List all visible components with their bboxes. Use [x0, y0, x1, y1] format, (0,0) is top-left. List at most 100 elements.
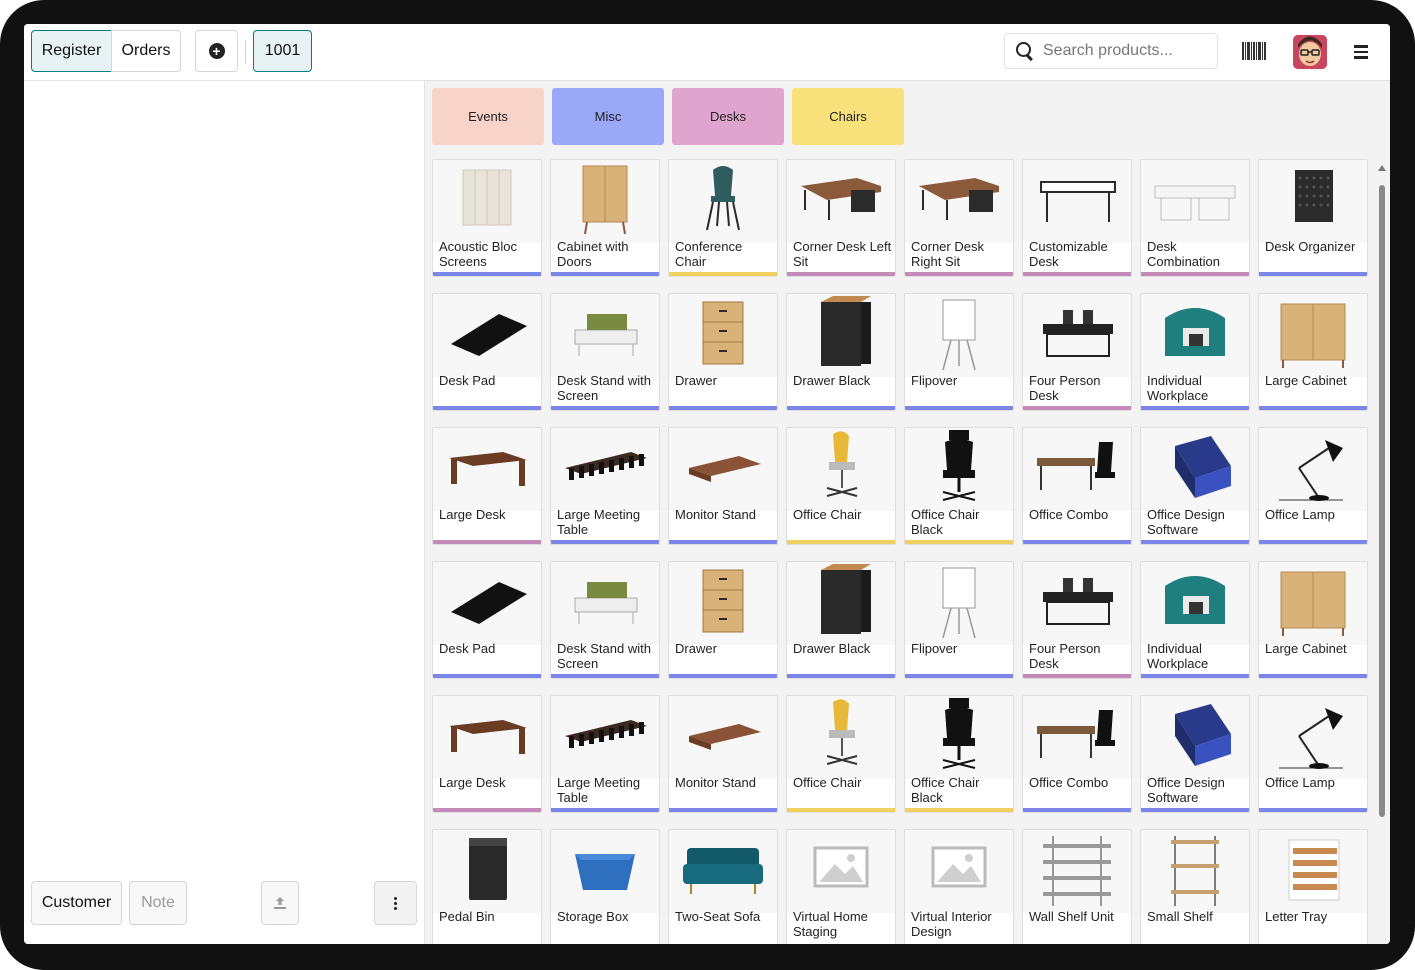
corner-desk-icon — [787, 160, 895, 243]
product-card[interactable]: Acoustic Bloc Screens — [432, 159, 542, 277]
product-card[interactable]: Desk Pad — [432, 293, 542, 411]
product-card[interactable]: Office Combo — [1022, 695, 1132, 813]
product-card[interactable]: Small Shelf — [1140, 829, 1250, 944]
orders-button[interactable]: Orders — [111, 30, 181, 72]
pedal-bin-icon — [433, 830, 541, 913]
product-name: Storage Box — [557, 909, 629, 924]
product-name: Office Lamp — [1265, 775, 1335, 790]
product-scrollbar[interactable] — [1377, 159, 1387, 944]
product-name: Flipover — [911, 373, 958, 388]
category-color-bar — [433, 406, 541, 410]
four-person-desk-icon — [1023, 294, 1131, 377]
product-card[interactable]: Large Desk — [432, 427, 542, 545]
product-card[interactable]: Flipover — [904, 293, 1014, 411]
product-card[interactable]: Individual Workplace — [1140, 561, 1250, 679]
product-card[interactable]: Corner Desk Left Sit — [786, 159, 896, 277]
product-card[interactable]: Virtual Home Staging — [786, 829, 896, 944]
category-desks[interactable]: Desks — [672, 88, 784, 145]
product-card[interactable]: Desk Combination — [1140, 159, 1250, 277]
category-color-bar — [1259, 540, 1367, 544]
product-card[interactable]: Corner Desk Right Sit — [904, 159, 1014, 277]
order-number-tab[interactable]: 1001 — [253, 30, 312, 72]
product-card[interactable]: Desk Pad — [432, 561, 542, 679]
product-name: Monitor Stand — [675, 507, 756, 522]
product-card[interactable]: Office Combo — [1022, 427, 1132, 545]
new-order-button[interactable]: + — [195, 30, 238, 72]
note-button[interactable]: Note — [129, 881, 187, 925]
product-card[interactable]: Drawer Black — [786, 561, 896, 679]
product-card[interactable]: Large Cabinet — [1258, 561, 1368, 679]
product-card[interactable]: Four Person Desk — [1022, 293, 1132, 411]
product-card[interactable]: Conference Chair — [668, 159, 778, 277]
upload-button[interactable] — [261, 881, 299, 925]
product-name: Large Desk — [439, 507, 506, 522]
product-card[interactable]: Large Meeting Table — [550, 427, 660, 545]
product-name: Cabinet with Doors — [557, 239, 629, 269]
scrollbar-thumb[interactable] — [1379, 185, 1385, 817]
product-card[interactable]: Flipover — [904, 561, 1014, 679]
more-actions-button[interactable] — [374, 881, 417, 925]
product-card[interactable]: Desk Stand with Screen — [550, 561, 660, 679]
product-card[interactable]: Monitor Stand — [668, 695, 778, 813]
drawer-icon — [669, 294, 777, 377]
product-card[interactable]: Large Cabinet — [1258, 293, 1368, 411]
four-person-desk-icon — [1023, 562, 1131, 645]
product-card[interactable]: Individual Workplace — [1140, 293, 1250, 411]
category-misc[interactable]: Misc — [552, 88, 664, 145]
category-chairs[interactable]: Chairs — [792, 88, 904, 145]
product-card[interactable]: Desk Stand with Screen — [550, 293, 660, 411]
product-card[interactable]: Office Chair Black — [904, 695, 1014, 813]
product-card[interactable]: Customizable Desk — [1022, 159, 1132, 277]
search-input[interactable] — [1041, 41, 1215, 61]
desk-icon — [1023, 160, 1131, 243]
search-icon — [1015, 41, 1035, 61]
product-card[interactable]: Large Desk — [432, 695, 542, 813]
product-card[interactable]: Drawer Black — [786, 293, 896, 411]
category-color-bar — [1141, 674, 1249, 678]
top-navbar: Register Orders + 1001 — [24, 24, 1390, 81]
register-button[interactable]: Register — [31, 30, 112, 72]
category-color-bar — [1141, 406, 1249, 410]
product-card[interactable]: Monitor Stand — [668, 427, 778, 545]
product-card[interactable]: Office Chair Black — [904, 427, 1014, 545]
product-name: Drawer Black — [793, 641, 871, 656]
barcode-icon[interactable] — [1242, 42, 1266, 60]
category-color-bar — [433, 540, 541, 544]
product-card[interactable]: Office Lamp — [1258, 695, 1368, 813]
product-name: Large Desk — [439, 775, 506, 790]
product-card[interactable]: Wall Shelf Unit — [1022, 829, 1132, 944]
product-card[interactable]: Drawer — [668, 293, 778, 411]
customer-button[interactable]: Customer — [31, 881, 122, 925]
user-avatar[interactable] — [1293, 35, 1327, 69]
product-card[interactable]: Office Design Software — [1140, 427, 1250, 545]
wall-shelf-icon — [1023, 830, 1131, 913]
product-card[interactable]: Pedal Bin — [432, 829, 542, 944]
product-card[interactable]: Two-Seat Sofa — [668, 829, 778, 944]
product-card[interactable]: Office Design Software — [1140, 695, 1250, 813]
product-card[interactable]: Letter Tray — [1258, 829, 1368, 944]
category-events[interactable]: Events — [432, 88, 544, 145]
product-card[interactable]: Office Chair — [786, 695, 896, 813]
product-card[interactable]: Drawer — [668, 561, 778, 679]
category-color-bar — [905, 540, 1013, 544]
product-name: Conference Chair — [675, 239, 743, 269]
product-card[interactable]: Desk Organizer — [1258, 159, 1368, 277]
category-color-bar — [1259, 406, 1367, 410]
category-color-bar — [551, 808, 659, 812]
product-card[interactable]: Large Meeting Table — [550, 695, 660, 813]
drawer-black-icon — [787, 562, 895, 645]
product-name: Office Design Software — [1147, 507, 1225, 537]
large-cabinet-icon — [1259, 562, 1367, 645]
desk-stand-icon — [551, 562, 659, 645]
office-chair-black-icon — [905, 696, 1013, 779]
product-card[interactable]: Virtual Interior Design — [904, 829, 1014, 944]
hamburger-menu-icon[interactable] — [1354, 45, 1368, 59]
search-bar[interactable] — [1004, 33, 1218, 69]
product-name: Desk Stand with Screen — [557, 373, 651, 403]
scroll-up-icon[interactable] — [1378, 165, 1386, 171]
product-card[interactable]: Office Lamp — [1258, 427, 1368, 545]
product-card[interactable]: Cabinet with Doors — [550, 159, 660, 277]
product-card[interactable]: Office Chair — [786, 427, 896, 545]
product-card[interactable]: Storage Box — [550, 829, 660, 944]
product-card[interactable]: Four Person Desk — [1022, 561, 1132, 679]
